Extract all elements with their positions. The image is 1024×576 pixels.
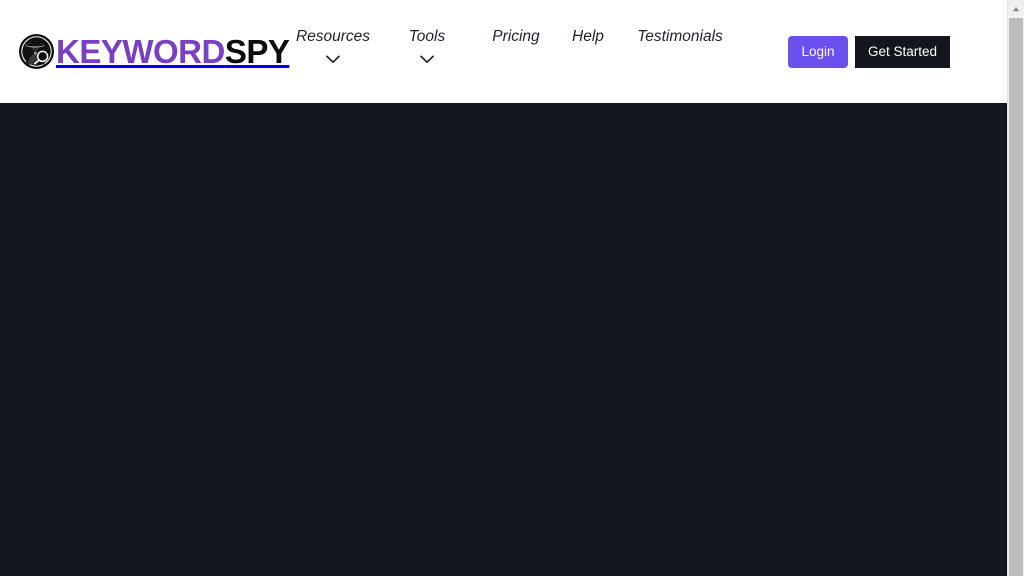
nav-label-testimonials: Testimonials — [637, 28, 723, 45]
get-started-button[interactable]: Get Started — [855, 36, 950, 68]
nav-item-pricing[interactable]: Pricing — [486, 28, 546, 46]
header-actions: Login Get Started — [788, 36, 950, 68]
spy-detective-magnifier-icon — [18, 33, 55, 70]
logo-text-keyword: KEYWORD — [56, 32, 225, 70]
site-header: KEYWORDSPY Resources Tools Pricing Help … — [0, 0, 1007, 103]
browser-viewport: KEYWORDSPY Resources Tools Pricing Help … — [0, 0, 1007, 576]
logo-wordmark: KEYWORDSPY — [56, 32, 290, 70]
nav-item-tools[interactable]: Tools — [400, 28, 454, 64]
nav-item-resources[interactable]: Resources — [290, 28, 376, 64]
nav-label-resources: Resources — [295, 28, 371, 45]
site-logo[interactable]: KEYWORDSPY — [18, 30, 290, 72]
scrollbar-thumb[interactable] — [1009, 18, 1023, 576]
main-navigation: Resources Tools Pricing Help Testimonial… — [290, 28, 728, 64]
nav-item-testimonials[interactable]: Testimonials — [632, 28, 728, 46]
hero-section — [0, 103, 1007, 576]
vertical-scrollbar[interactable] — [1007, 0, 1024, 576]
chevron-down-icon[interactable] — [420, 55, 434, 64]
nav-label-pricing: Pricing — [492, 28, 540, 45]
logo-text-spy: SPY — [224, 32, 290, 70]
chevron-down-icon[interactable] — [326, 55, 340, 64]
nav-label-help: Help — [572, 28, 604, 45]
nav-item-help[interactable]: Help — [568, 28, 608, 46]
login-button[interactable]: Login — [788, 36, 848, 68]
nav-label-tools: Tools — [408, 28, 446, 45]
scroll-up-arrow-icon[interactable] — [1008, 0, 1024, 17]
